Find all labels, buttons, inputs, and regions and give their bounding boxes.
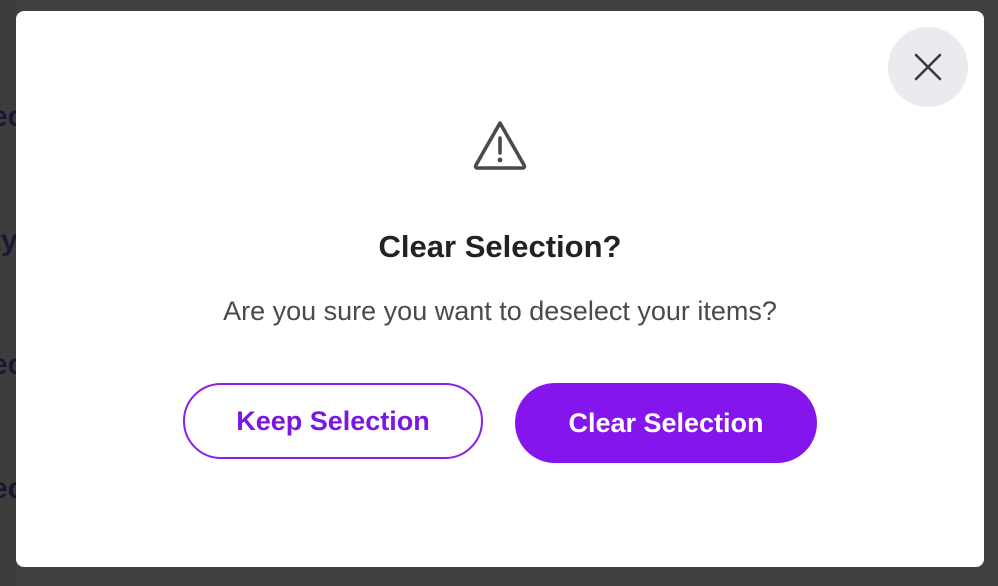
- close-icon: [914, 53, 942, 81]
- clear-selection-dialog: Clear Selection? Are you sure you want t…: [16, 11, 984, 567]
- background-page: ec ty ec ec: [0, 0, 24, 586]
- close-button[interactable]: [888, 27, 968, 107]
- dialog-title: Clear Selection?: [378, 229, 622, 264]
- dialog-message: Are you sure you want to deselect your i…: [223, 296, 777, 326]
- keep-selection-button[interactable]: Keep Selection: [183, 383, 483, 459]
- clear-selection-button[interactable]: Clear Selection: [515, 383, 817, 463]
- warning-triangle-icon: [473, 121, 527, 170]
